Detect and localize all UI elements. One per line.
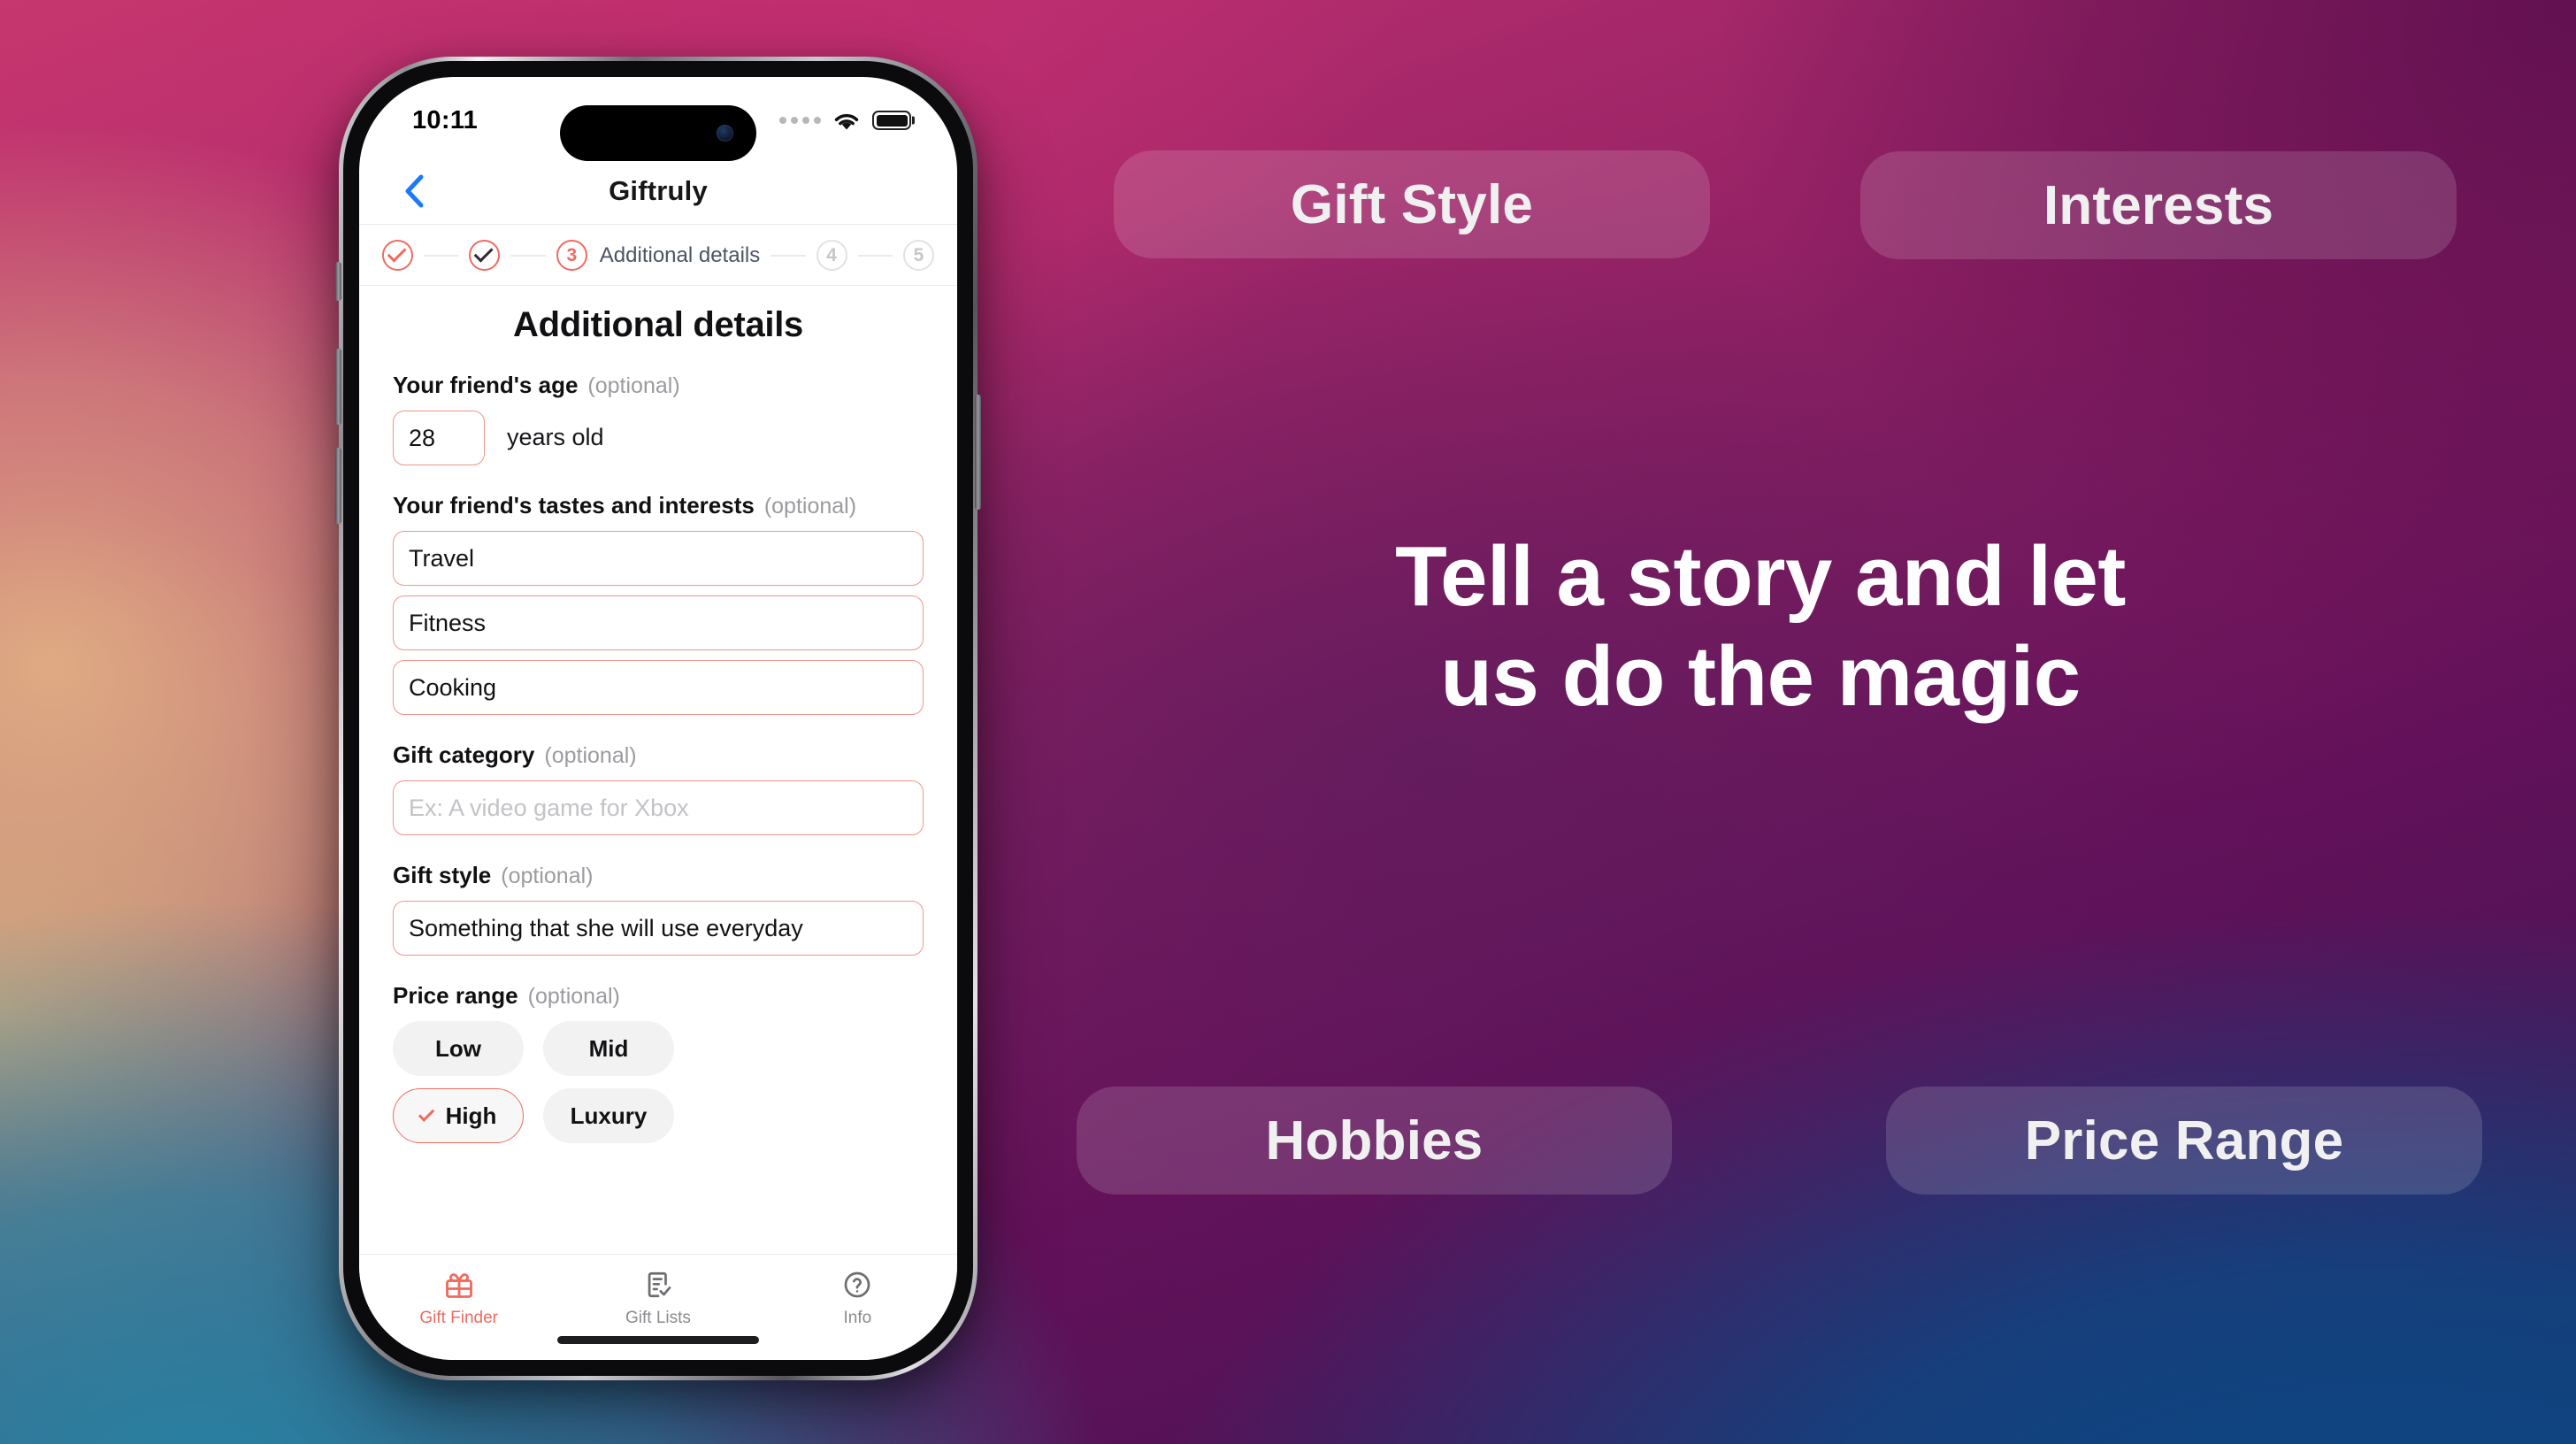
- promo-pill-label: Gift Style: [1290, 173, 1534, 235]
- stepper-label-current: Additional details: [599, 242, 761, 267]
- gift-style-input[interactable]: Something that she will use everyday: [393, 901, 924, 956]
- check-icon: [418, 1104, 434, 1122]
- gift-category-input[interactable]: Ex: A video game for Xbox: [393, 780, 924, 835]
- field-label-price-range: Price range (optional): [393, 982, 924, 1010]
- field-label-text: Your friend's tastes and interests: [393, 492, 755, 518]
- stepper-connector: [424, 254, 459, 257]
- tab-label: Gift Finder: [419, 1309, 499, 1327]
- promo-headline: Tell a story and let us do the magic: [1238, 526, 2282, 727]
- back-button[interactable]: [395, 172, 433, 211]
- field-label-age: Your friend's age (optional): [393, 372, 924, 399]
- stepper-step-2[interactable]: [469, 240, 501, 271]
- status-time: 10:11: [412, 105, 479, 134]
- headline-line-2: us do the magic: [1440, 629, 2081, 725]
- phone-power-button[interactable]: [975, 395, 981, 510]
- price-option-label: High: [445, 1102, 497, 1129]
- taste-input-1[interactable]: Travel: [393, 531, 924, 586]
- promo-pill-hobbies[interactable]: Hobbies: [1077, 1087, 1672, 1194]
- promo-pill-price-range[interactable]: Price Range: [1886, 1087, 2482, 1194]
- optional-tag: (optional): [587, 373, 680, 398]
- list-check-icon: [643, 1267, 673, 1302]
- home-indicator[interactable]: [557, 1336, 759, 1344]
- price-option-low[interactable]: Low: [393, 1021, 524, 1076]
- stepper-connector: [857, 254, 893, 257]
- stepper-circle-current: 3: [556, 240, 587, 271]
- promo-pill-label: Hobbies: [1265, 1110, 1484, 1171]
- phone-volume-down-button[interactable]: [335, 448, 341, 524]
- stepper-connector: [510, 254, 546, 257]
- promo-pill-label: Interests: [2043, 174, 2274, 236]
- tab-info[interactable]: Info: [758, 1267, 957, 1328]
- field-label-text: Price range: [393, 982, 518, 1009]
- field-label-text: Gift category: [393, 741, 535, 768]
- optional-tag: (optional): [501, 864, 594, 888]
- price-option-high[interactable]: High: [393, 1088, 524, 1143]
- wifi-icon: [834, 113, 859, 129]
- price-option-label: Mid: [588, 1034, 629, 1062]
- tab-label: Info: [843, 1309, 872, 1327]
- price-option-label: Low: [435, 1034, 481, 1062]
- price-range-options: Low Mid High Luxury: [393, 1021, 924, 1143]
- stepper-connector: [770, 254, 806, 257]
- field-label-text: Gift style: [393, 862, 492, 888]
- field-label-gift-category: Gift category (optional): [393, 741, 924, 769]
- price-option-mid[interactable]: Mid: [543, 1021, 674, 1076]
- page-title: Additional details: [513, 305, 803, 344]
- phone-frame: 10:11 Giftruly 3 Additional details 4 5 …: [343, 61, 973, 1376]
- progress-stepper: 3 Additional details 4 5: [359, 226, 957, 286]
- tab-gift-finder[interactable]: Gift Finder: [359, 1267, 558, 1328]
- taste-input-3[interactable]: Cooking: [393, 660, 924, 715]
- app-title: Giftruly: [609, 175, 708, 206]
- field-group-gift-style: Gift style (optional) Something that she…: [393, 862, 924, 956]
- stepper-circle-done: [382, 240, 413, 271]
- field-label-tastes: Your friend's tastes and interests (opti…: [393, 492, 924, 519]
- phone-mockup: 10:11 Giftruly 3 Additional details 4 5 …: [335, 57, 981, 1380]
- phone-mute-button[interactable]: [335, 262, 341, 301]
- check-icon: [473, 242, 494, 263]
- signal-dots-icon: [779, 117, 821, 124]
- field-group-age: Your friend's age (optional) 28 years ol…: [393, 372, 924, 465]
- tab-gift-lists[interactable]: Gift Lists: [558, 1267, 757, 1328]
- stepper-circle-upcoming: 5: [903, 240, 935, 271]
- price-option-luxury[interactable]: Luxury: [543, 1088, 674, 1143]
- status-indicators: [779, 110, 911, 132]
- field-group-price-range: Price range (optional) Low Mid High Luxu…: [393, 982, 924, 1143]
- app-nav-bar: Giftruly: [359, 158, 957, 225]
- age-input-row: 28 years old: [393, 399, 924, 465]
- field-group-tastes: Your friend's tastes and interests (opti…: [393, 492, 924, 715]
- optional-tag: (optional): [763, 494, 857, 518]
- stepper-step-4[interactable]: 4: [816, 240, 847, 271]
- optional-tag: (optional): [544, 743, 637, 768]
- front-camera-icon: [717, 125, 733, 142]
- stepper-circle-done: [469, 240, 501, 271]
- bottom-tab-bar: Gift Finder Gift Lists Info: [359, 1254, 957, 1360]
- promo-pill-label: Price Range: [2024, 1110, 2344, 1171]
- field-label-text: Your friend's age: [393, 372, 579, 398]
- form-content: Additional details Your friend's age (op…: [359, 286, 957, 1254]
- stepper-step-1[interactable]: [382, 240, 413, 271]
- chevron-left-icon: [405, 174, 424, 208]
- phone-screen: 10:11 Giftruly 3 Additional details 4 5 …: [359, 77, 957, 1360]
- battery-full-icon: [872, 111, 911, 130]
- field-group-gift-category: Gift category (optional) Ex: A video gam…: [393, 741, 924, 835]
- stepper-step-3-current[interactable]: 3 Additional details: [556, 240, 760, 271]
- age-suffix-label: years old: [507, 424, 604, 450]
- dynamic-island: [560, 105, 756, 161]
- check-icon: [387, 242, 407, 263]
- optional-tag: (optional): [527, 984, 620, 1009]
- gift-icon: [443, 1267, 475, 1302]
- stepper-circle-upcoming: 4: [816, 240, 847, 271]
- phone-volume-up-button[interactable]: [335, 349, 341, 425]
- price-option-label: Luxury: [570, 1102, 648, 1129]
- stepper-step-5[interactable]: 5: [903, 240, 935, 271]
- question-circle-icon: [842, 1267, 872, 1302]
- tab-label: Gift Lists: [625, 1309, 691, 1327]
- field-label-gift-style: Gift style (optional): [393, 862, 924, 889]
- age-input[interactable]: 28: [393, 411, 485, 465]
- taste-input-2[interactable]: Fitness: [393, 595, 924, 650]
- headline-line-1: Tell a story and let: [1395, 529, 2126, 624]
- promo-pill-interests[interactable]: Interests: [1860, 151, 2457, 259]
- promo-pill-gift-style[interactable]: Gift Style: [1114, 150, 1710, 258]
